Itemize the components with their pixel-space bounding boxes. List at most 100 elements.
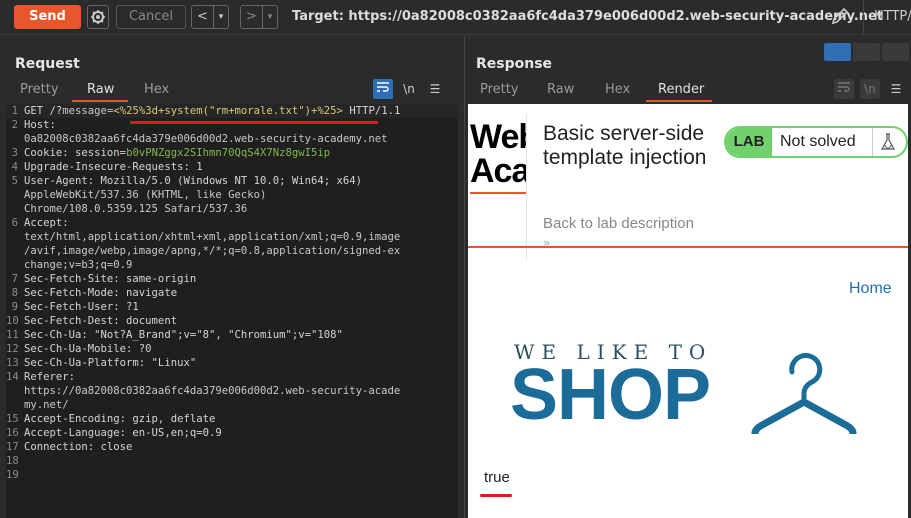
request-tab-pretty[interactable]: Pretty xyxy=(20,82,59,102)
code-token: Connection: close xyxy=(24,441,133,453)
response-tools: \n ☰ xyxy=(834,79,906,99)
response-newlines-button[interactable]: \n xyxy=(860,79,880,99)
lab-title: Basic server-side template injection xyxy=(543,122,707,169)
response-tab-render[interactable]: Render xyxy=(646,82,712,102)
code-token: b0vPNZggx2SIhmn70QqS4X7Nz8gwI5ip xyxy=(126,147,331,159)
request-tab-hex[interactable]: Hex xyxy=(144,82,169,102)
response-tab-raw[interactable]: Raw xyxy=(547,82,574,102)
line-number xyxy=(6,384,24,398)
line-code: Connection: close xyxy=(24,440,132,454)
result-highlight-underline xyxy=(480,494,512,497)
code-token: Sec-Fetch-Mode: navigate xyxy=(24,287,178,299)
settings-gear-button[interactable] xyxy=(87,5,109,29)
logo-underline xyxy=(470,192,526,194)
request-line: 12 Sec-Ch-Ua-Mobile: ?0 xyxy=(6,342,458,356)
request-tab-raw[interactable]: Raw xyxy=(72,82,128,102)
line-number: 10 xyxy=(6,315,19,327)
request-line: 15 Accept-Encoding: gzip, deflate xyxy=(6,412,458,426)
lab-status-badge: LAB Not solved xyxy=(724,126,908,158)
request-line: AppleWebKit/537.36 (KHTML, like Gecko) xyxy=(6,188,458,202)
response-title: Response xyxy=(476,56,553,72)
layout-tabs-button[interactable] xyxy=(882,43,909,61)
line-number: 14 xyxy=(6,371,19,383)
code-token: Referer: xyxy=(24,371,76,383)
wrap-icon xyxy=(838,82,850,92)
line-number xyxy=(6,132,24,146)
code-token: Upgrade-Insecure-Requests: 1 xyxy=(24,161,203,173)
request-line: 17 Connection: close xyxy=(6,440,458,454)
request-line: Chrome/108.0.5359.125 Safari/537.36 xyxy=(6,202,458,216)
lab-label: LAB xyxy=(726,128,772,156)
line-number xyxy=(6,188,24,202)
request-editor[interactable]: 1 GET /?message=<%25%3d+system("rm+morale… xyxy=(6,104,458,518)
line-code: Cookie: session=b0vPNZggx2SIhmn70QqS4X7N… xyxy=(24,146,330,160)
show-newlines-button[interactable]: \n xyxy=(399,79,419,99)
wrap-lines-button[interactable] xyxy=(373,79,393,99)
layout-side-by-side-button[interactable] xyxy=(824,43,851,61)
line-number: 17 xyxy=(6,441,19,453)
response-tab-pretty[interactable]: Pretty xyxy=(480,82,519,102)
code-token: Accept-Language: en-US,en;q=0.9 xyxy=(24,427,222,439)
payload-highlight-underline xyxy=(130,121,378,124)
line-code: change;v=b3;q=0.9 xyxy=(24,258,132,272)
request-line: 13 Sec-Ch-Ua-Platform: "Linux" xyxy=(6,356,458,370)
header-divider xyxy=(526,114,527,260)
send-button[interactable]: Send xyxy=(14,5,81,29)
request-line: 10 Sec-Fetch-Dest: document xyxy=(6,314,458,328)
back-nav-group: < ▾ xyxy=(191,5,229,29)
response-menu-button[interactable]: ☰ xyxy=(886,79,906,99)
code-token: Cookie: session= xyxy=(24,147,127,159)
code-token: Sec-Fetch-User: ?1 xyxy=(24,301,139,313)
line-number: 3 xyxy=(11,147,18,159)
cancel-button[interactable]: Cancel xyxy=(116,5,186,29)
lab-status: Not solved xyxy=(780,133,856,150)
request-line: 7 Sec-Fetch-Site: same-origin xyxy=(6,272,458,286)
line-code: Sec-Fetch-Site: same-origin xyxy=(24,272,196,286)
response-wrap-button[interactable] xyxy=(834,79,854,99)
line-number: 6 xyxy=(11,217,18,229)
code-token: Sec-Ch-Ua: "Not?A_Brand";v="8", "Chromiu… xyxy=(24,329,343,341)
request-line: text/html,application/xhtml+xml,applicat… xyxy=(6,230,458,244)
code-token: Sec-Ch-Ua-Mobile: ?0 xyxy=(24,343,152,355)
line-number xyxy=(6,398,24,412)
back-arrow-button[interactable]: < xyxy=(192,6,213,28)
http-version-label[interactable]: HTTP/ xyxy=(863,0,911,35)
line-code: Upgrade-Insecure-Requests: 1 xyxy=(24,160,203,174)
line-code: Referer: xyxy=(24,370,75,384)
logo-text: Web Aca xyxy=(470,120,526,190)
line-number: 1 xyxy=(11,105,18,117)
layout-stacked-button[interactable] xyxy=(853,43,880,61)
request-line: 16 Accept-Language: en-US,en;q=0.9 xyxy=(6,426,458,440)
line-number xyxy=(6,202,24,216)
gear-icon xyxy=(91,10,105,24)
line-code: Accept-Encoding: gzip, deflate xyxy=(24,412,215,426)
code-token: message xyxy=(62,105,107,117)
forward-history-dropdown[interactable]: ▾ xyxy=(262,6,277,28)
line-code: GET /?message=<%25%3d+system("rm+morale.… xyxy=(24,104,400,118)
line-number: 15 xyxy=(6,413,19,425)
back-history-dropdown[interactable]: ▾ xyxy=(213,6,228,28)
request-line: 3 Cookie: session=b0vPNZggx2SIhmn70QqS4X7… xyxy=(6,146,458,160)
line-code: my.net/ xyxy=(24,398,69,412)
line-code: text/html,application/xhtml+xml,applicat… xyxy=(24,230,400,244)
line-number: 19 xyxy=(6,469,19,481)
top-toolbar: Send Cancel < ▾ > ▾ Target: https://0a82… xyxy=(0,0,911,35)
request-title: Request xyxy=(15,56,80,72)
request-line: 19 xyxy=(6,468,458,482)
request-line: 18 xyxy=(6,454,458,468)
back-to-lab-link[interactable]: Back to lab description xyxy=(543,215,694,232)
request-line: 0a82008c0382aa6fc4da379e006d00d2.web-sec… xyxy=(6,132,458,146)
code-token: Host: xyxy=(24,119,56,131)
code-token: Chrome/108.0.5359.125 Safari/537.36 xyxy=(24,203,248,215)
forward-arrow-button[interactable]: > xyxy=(241,6,262,28)
code-token: text/html,application/xhtml+xml,applicat… xyxy=(24,231,401,243)
home-link[interactable]: Home xyxy=(849,280,892,298)
line-code: Sec-Fetch-User: ?1 xyxy=(24,300,139,314)
line-code: AppleWebKit/537.36 (KHTML, like Gecko) xyxy=(24,188,266,202)
request-menu-button[interactable]: ☰ xyxy=(425,79,445,99)
edit-target-button[interactable] xyxy=(830,6,850,30)
line-number: 5 xyxy=(11,175,18,187)
code-token: my.net/ xyxy=(24,399,69,411)
code-token: Accept: xyxy=(24,217,69,229)
response-tab-hex[interactable]: Hex xyxy=(605,82,630,102)
